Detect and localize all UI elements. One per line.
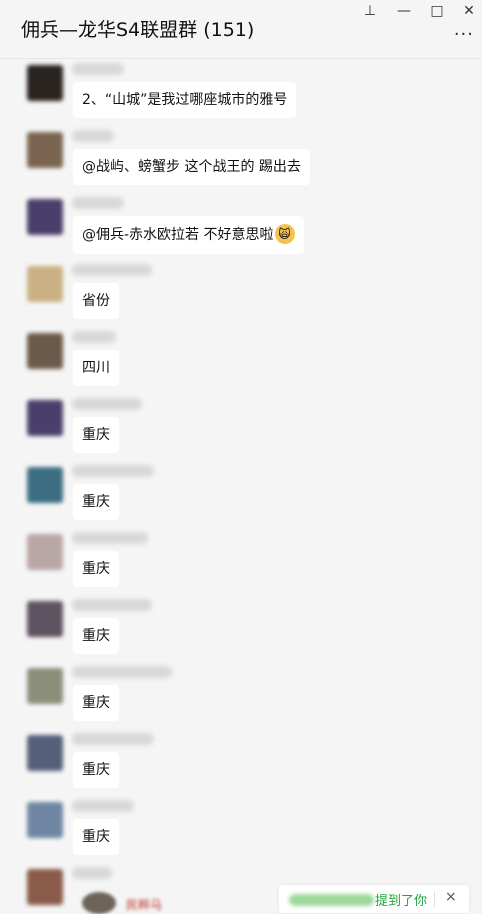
message-bubble[interactable]: 2、“山城”是我过哪座城市的雅号 bbox=[73, 82, 297, 118]
sender-name bbox=[72, 867, 112, 879]
message-item: 2、“山城”是我过哪座城市的雅号 bbox=[0, 59, 482, 126]
avatar[interactable] bbox=[82, 892, 116, 914]
message-item: 重庆 bbox=[0, 729, 482, 796]
pin-icon[interactable]: ⊥ bbox=[359, 2, 381, 20]
message-bubble[interactable]: 四川 bbox=[73, 350, 119, 386]
message-item: 重庆 bbox=[0, 394, 482, 461]
message-bubble[interactable]: 重庆 bbox=[73, 551, 119, 587]
avatar[interactable] bbox=[27, 534, 63, 570]
message-text: 省份 bbox=[82, 293, 110, 309]
avatar[interactable] bbox=[27, 132, 63, 168]
message-item: 省份 bbox=[0, 260, 482, 327]
sender-name bbox=[72, 465, 154, 477]
message-bubble[interactable]: @战屿、螃蟹步 这个战王的 踢出去 bbox=[73, 149, 310, 185]
message-text: 四川 bbox=[82, 360, 110, 376]
peek-message-text: 民粹马 bbox=[126, 898, 163, 912]
sender-name bbox=[72, 666, 172, 678]
sender-name bbox=[72, 130, 114, 142]
message-bubble[interactable]: @佣兵-赤水欧拉若 不好意思啦 🙀 bbox=[73, 216, 304, 254]
message-text: 重庆 bbox=[82, 829, 110, 845]
message-text: @佣兵-赤水欧拉若 不好意思啦 bbox=[82, 227, 274, 243]
title-bar: 佣兵—龙华S4联盟群 (151) ⊥ — □ ✕ ··· bbox=[0, 0, 482, 59]
minimize-icon[interactable]: — bbox=[393, 2, 415, 20]
cat-emoji-icon: 🙀 bbox=[274, 224, 295, 244]
avatar[interactable] bbox=[27, 735, 63, 771]
message-text: 重庆 bbox=[82, 628, 110, 644]
message-list[interactable]: 2、“山城”是我过哪座城市的雅号 @战屿、螃蟹步 这个战王的 踢出去 @佣兵-赤水欧… bbox=[0, 59, 482, 909]
avatar[interactable] bbox=[27, 65, 63, 101]
toast-sender-name bbox=[289, 894, 374, 906]
avatar[interactable] bbox=[27, 467, 63, 503]
close-icon[interactable]: ✕ bbox=[458, 2, 480, 20]
chat-title: 佣兵—龙华S4联盟群 (151) bbox=[21, 19, 255, 41]
message-item: 重庆 bbox=[0, 662, 482, 729]
avatar[interactable] bbox=[27, 400, 63, 436]
more-options-icon[interactable]: ··· bbox=[454, 24, 474, 45]
sender-name bbox=[72, 532, 148, 544]
toast-divider bbox=[434, 891, 435, 907]
sender-name bbox=[72, 63, 124, 75]
avatar[interactable] bbox=[27, 869, 63, 905]
message-item: @佣兵-赤水欧拉若 不好意思啦 🙀 bbox=[0, 193, 482, 260]
message-text: @战屿、螃蟹步 这个战王的 踢出去 bbox=[82, 159, 301, 175]
sender-name bbox=[72, 733, 154, 745]
avatar[interactable] bbox=[27, 802, 63, 838]
avatar[interactable] bbox=[27, 266, 63, 302]
avatar[interactable] bbox=[27, 199, 63, 235]
maximize-icon[interactable]: □ bbox=[426, 2, 448, 20]
message-bubble[interactable]: 重庆 bbox=[73, 752, 119, 788]
message-text: 重庆 bbox=[82, 695, 110, 711]
message-item: 四川 bbox=[0, 327, 482, 394]
sender-name bbox=[72, 264, 152, 276]
message-text: 重庆 bbox=[82, 561, 110, 577]
message-bubble[interactable]: 重庆 bbox=[73, 484, 119, 520]
avatar[interactable] bbox=[27, 668, 63, 704]
message-text: 2、“山城”是我过哪座城市的雅号 bbox=[82, 92, 288, 108]
sender-name bbox=[72, 599, 152, 611]
message-bubble[interactable]: 重庆 bbox=[73, 685, 119, 721]
toast-close-icon[interactable]: × bbox=[445, 889, 457, 905]
avatar[interactable] bbox=[27, 333, 63, 369]
avatar[interactable] bbox=[27, 601, 63, 637]
sender-name bbox=[72, 398, 142, 410]
sender-name bbox=[72, 197, 124, 209]
message-item: @战屿、螃蟹步 这个战王的 踢出去 bbox=[0, 126, 482, 193]
sender-name bbox=[72, 331, 116, 343]
message-item: 重庆 bbox=[0, 796, 482, 863]
message-text: 重庆 bbox=[82, 494, 110, 510]
message-text: 重庆 bbox=[82, 427, 110, 443]
message-bubble[interactable]: 重庆 bbox=[73, 819, 119, 855]
message-item: 重庆 bbox=[0, 528, 482, 595]
message-bubble[interactable]: 省份 bbox=[73, 283, 119, 319]
message-item: 重庆 bbox=[0, 595, 482, 662]
sender-name bbox=[72, 800, 134, 812]
message-bubble[interactable]: 重庆 bbox=[73, 618, 119, 654]
message-text: 重庆 bbox=[82, 762, 110, 778]
message-item: 重庆 bbox=[0, 461, 482, 528]
toast-text: 提到了你 bbox=[375, 894, 428, 909]
message-bubble[interactable]: 重庆 bbox=[73, 417, 119, 453]
